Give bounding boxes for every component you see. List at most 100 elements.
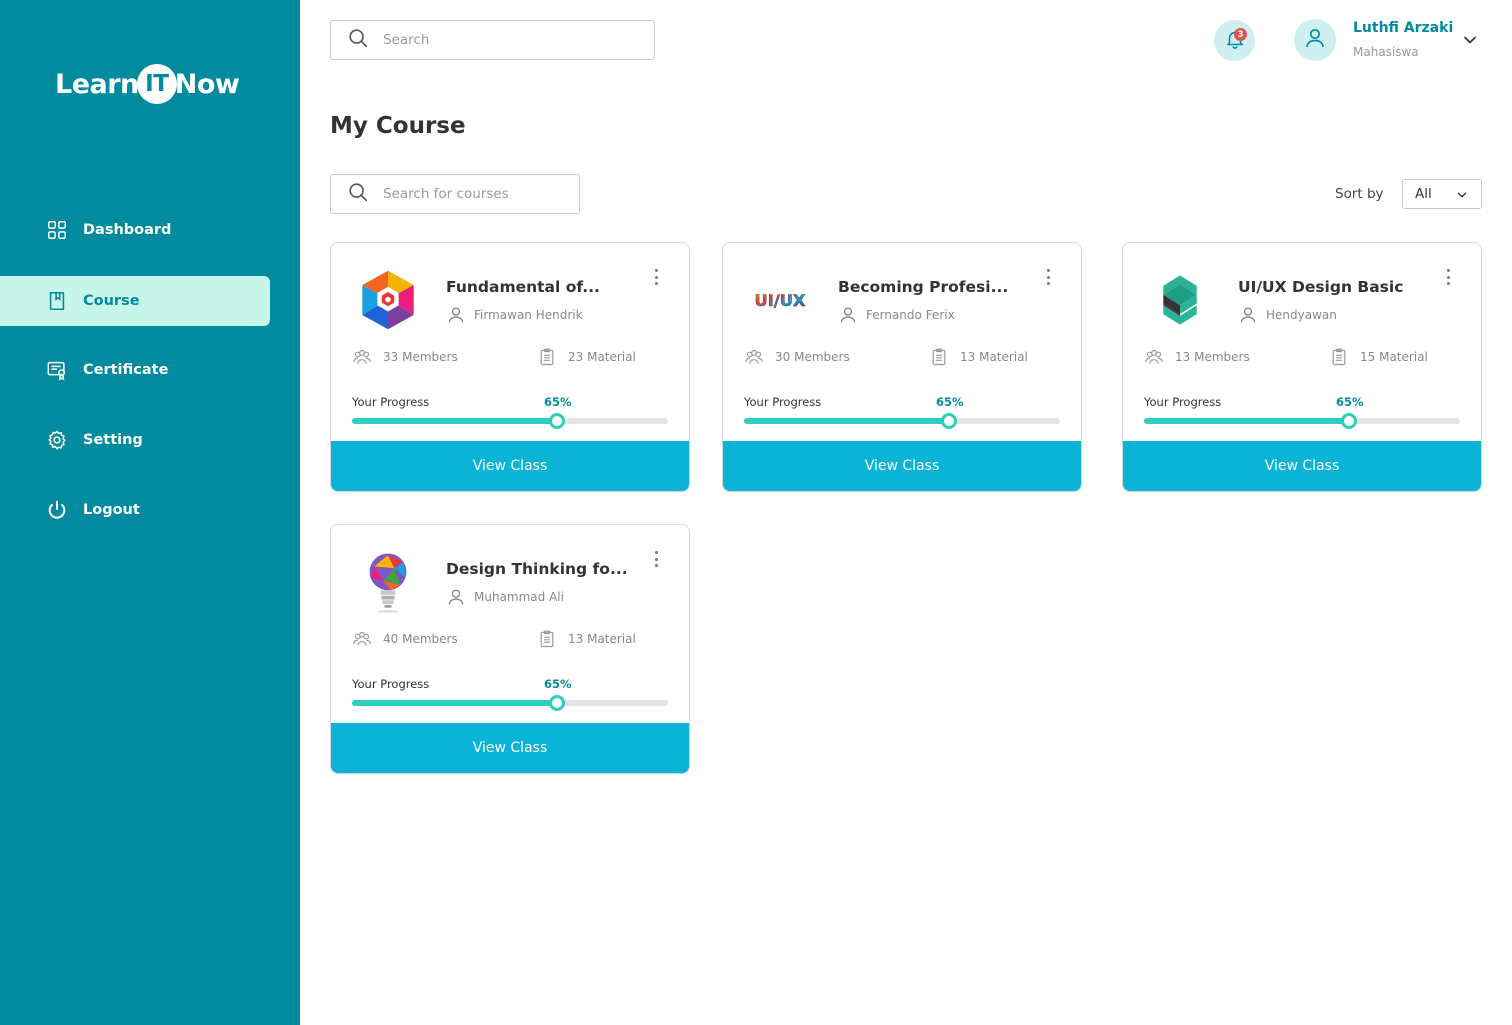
more-options-icon[interactable] <box>1043 267 1053 287</box>
mentor-name: Fernando Ferix <box>866 308 955 322</box>
course-search-input[interactable] <box>383 186 553 202</box>
progress-bar <box>352 413 668 429</box>
green-s-logo <box>1145 265 1215 335</box>
avatar[interactable] <box>1294 19 1336 61</box>
material-text: 23 Material <box>568 350 636 364</box>
progress-fill <box>352 418 557 424</box>
clipboard-icon <box>1332 348 1346 366</box>
progress-percent: 65% <box>544 395 572 409</box>
sidebar-item-dashboard[interactable]: Dashboard <box>0 205 270 255</box>
clipboard-icon <box>540 348 554 366</box>
search-input[interactable] <box>383 32 623 48</box>
members-count: 40 Members <box>352 629 458 649</box>
sidebar-item-course[interactable]: Course <box>0 276 270 326</box>
sidebar-item-logout[interactable]: Logout <box>0 485 270 535</box>
course-card: UI/UX Design Basic Hendyawan 13 Members … <box>1122 242 1482 492</box>
course-card: Design Thinking fo... Muhammad Ali 40 Me… <box>330 524 690 774</box>
view-class-button[interactable]: View Class <box>331 723 689 773</box>
material-count: 15 Material <box>1329 347 1428 367</box>
progress-label: Your Progress <box>1144 395 1222 409</box>
certificate-icon <box>46 359 68 381</box>
members-text: 13 Members <box>1175 350 1250 364</box>
course-title: UI/UX Design Basic <box>1238 278 1404 296</box>
sort-select-value: All <box>1415 186 1432 202</box>
hexagon-logo <box>353 265 423 335</box>
sidebar: Learn IT Now Dashboard Course Certificat… <box>0 0 300 1025</box>
members-text: 33 Members <box>383 350 458 364</box>
progress-fill <box>744 418 949 424</box>
course-mentor: Muhammad Ali <box>446 587 564 607</box>
material-text: 15 Material <box>1360 350 1428 364</box>
course-title: Design Thinking fo... <box>446 560 628 578</box>
more-options-icon[interactable] <box>651 267 661 287</box>
members-count: 13 Members <box>1144 347 1250 367</box>
course-search[interactable] <box>330 174 580 214</box>
material-count: 13 Material <box>929 347 1028 367</box>
sort-select[interactable]: All <box>1402 179 1482 209</box>
course-title: Fundamental of... <box>446 278 600 296</box>
search-icon <box>347 181 369 207</box>
user-icon <box>1303 26 1327 54</box>
material-count: 13 Material <box>537 629 636 649</box>
course-card: Fundamental of... Firmawan Hendrik 33 Me… <box>330 242 690 492</box>
uiux-logo-text: UI/UX <box>755 291 806 310</box>
sidebar-item-certificate[interactable]: Certificate <box>0 345 270 395</box>
course-mentor: Hendyawan <box>1238 305 1337 325</box>
group-icon <box>1145 349 1163 364</box>
sidebar-item-label: Logout <box>83 502 140 518</box>
more-options-icon[interactable] <box>651 549 661 569</box>
progress-fill <box>352 700 557 706</box>
book-icon <box>46 290 68 312</box>
user-icon <box>448 307 464 323</box>
page-title: My Course <box>330 113 466 139</box>
progress-knob <box>941 413 957 429</box>
power-icon <box>46 499 68 521</box>
brand-logo-part-2: IT <box>136 64 177 104</box>
progress-fill <box>1144 418 1349 424</box>
brand-logo[interactable]: Learn IT Now <box>55 62 240 106</box>
brand-logo-part-1: Learn <box>55 68 139 100</box>
sort-label: Sort by <box>1335 186 1384 202</box>
progress-knob <box>549 695 565 711</box>
group-icon <box>745 349 763 364</box>
notification-count-badge: 3 <box>1234 28 1247 41</box>
progress-bar <box>1144 413 1460 429</box>
search-icon <box>347 27 369 53</box>
user-icon <box>1240 307 1256 323</box>
course-mentor: Fernando Ferix <box>838 305 955 325</box>
group-icon <box>353 631 371 646</box>
gear-icon <box>46 429 68 451</box>
clipboard-icon <box>932 348 946 366</box>
members-count: 33 Members <box>352 347 458 367</box>
global-search[interactable] <box>330 20 655 60</box>
members-count: 30 Members <box>744 347 850 367</box>
progress-percent: 65% <box>1336 395 1364 409</box>
progress-label: Your Progress <box>744 395 822 409</box>
sidebar-item-setting[interactable]: Setting <box>0 415 270 465</box>
grid-icon <box>46 219 68 241</box>
group-icon <box>353 349 371 364</box>
user-role: Mahasiswa <box>1353 45 1419 59</box>
course-title: Becoming Profesi... <box>838 278 1009 296</box>
members-text: 30 Members <box>775 350 850 364</box>
sidebar-item-label: Certificate <box>83 362 169 378</box>
view-class-button[interactable]: View Class <box>1123 441 1481 491</box>
material-text: 13 Material <box>960 350 1028 364</box>
course-mentor: Firmawan Hendrik <box>446 305 583 325</box>
course-card: UI/UX Becoming Profesi... Fernando Ferix… <box>722 242 1082 492</box>
uiux-text-logo: UI/UX <box>745 265 815 335</box>
chevron-down-icon <box>1457 192 1467 198</box>
progress-knob <box>549 413 565 429</box>
progress-bar <box>744 413 1060 429</box>
mentor-name: Hendyawan <box>1266 308 1337 322</box>
members-text: 40 Members <box>383 632 458 646</box>
lightbulb-logo <box>353 547 423 617</box>
progress-label: Your Progress <box>352 395 430 409</box>
sidebar-item-label: Setting <box>83 432 143 448</box>
view-class-button[interactable]: View Class <box>723 441 1081 491</box>
chevron-down-icon[interactable] <box>1460 30 1480 50</box>
view-class-button[interactable]: View Class <box>331 441 689 491</box>
sidebar-item-label: Dashboard <box>83 222 172 238</box>
notification-button[interactable]: 3 <box>1214 20 1255 61</box>
more-options-icon[interactable] <box>1443 267 1453 287</box>
